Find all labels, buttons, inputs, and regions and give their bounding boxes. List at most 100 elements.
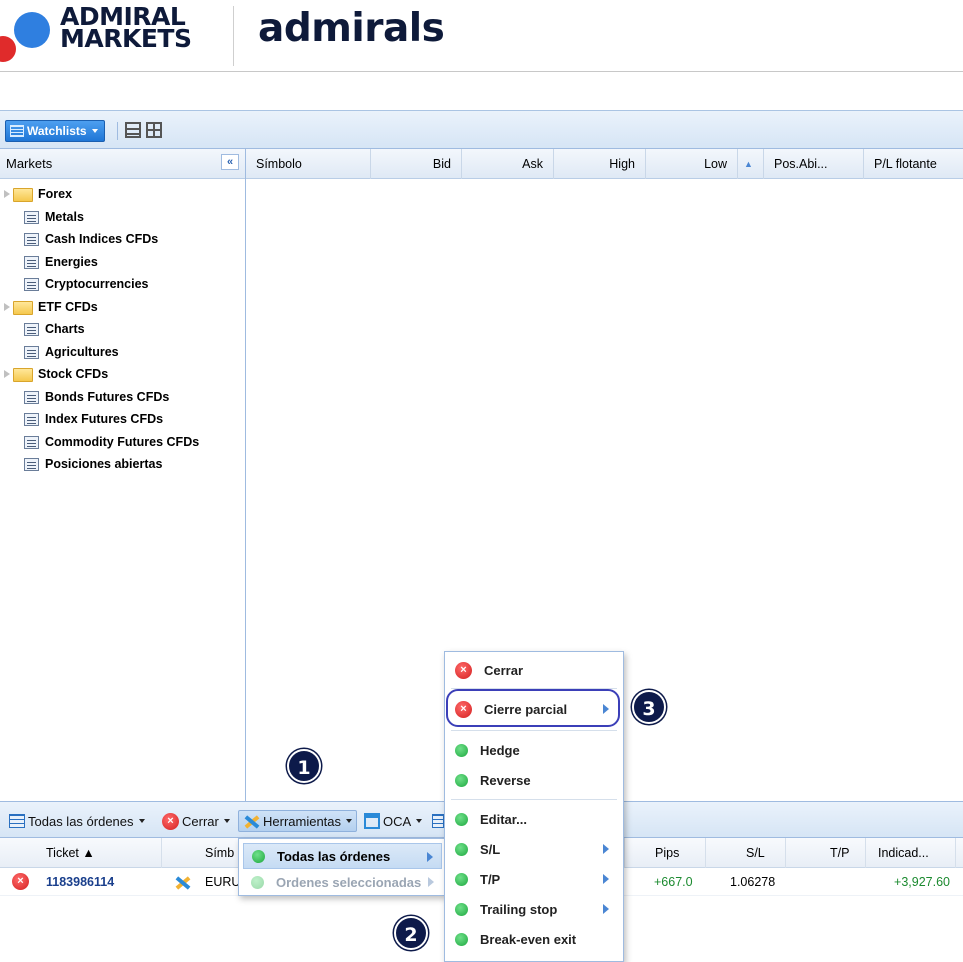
menu-item-label: Reverse (480, 772, 531, 788)
chevron-down-icon (223, 819, 230, 823)
logo-blue-dot (14, 12, 50, 48)
list-icon (24, 210, 39, 224)
tools-dropdown[interactable]: Herramientas (238, 810, 358, 832)
folder-icon (13, 300, 33, 315)
close-icon: × (12, 873, 29, 890)
menu-item-label: Hedge (480, 742, 520, 758)
step-badge-2: 2 (394, 916, 428, 950)
close-dropdown[interactable]: × Cerrar (162, 810, 230, 832)
admirals-logo: admirals (258, 6, 445, 51)
tree-item[interactable]: Agricultures (0, 341, 245, 364)
tree-item[interactable]: Posiciones abiertas (0, 453, 245, 476)
logo-text: ADMIRAL MARKETS (60, 4, 192, 53)
list-icon (24, 345, 39, 359)
export-list-icon (432, 814, 444, 828)
tree-item[interactable]: Energies (0, 251, 245, 274)
oca-dropdown[interactable]: OCA (364, 810, 423, 832)
column-open-positions[interactable]: Pos.Abi... (764, 149, 864, 179)
logo-red-dot (0, 36, 16, 62)
tree-item[interactable]: Cryptocurrencies (0, 273, 245, 296)
column-indicator[interactable]: Indicad... (866, 838, 956, 868)
column-ask[interactable]: Ask (462, 149, 554, 179)
menu-item-edit[interactable]: Editar... (445, 804, 623, 834)
menu-item-label: Trailing stop (480, 901, 558, 917)
menu-item-reverse[interactable]: Reverse (445, 765, 623, 795)
list-view-icon[interactable] (125, 122, 141, 138)
chevron-down-icon (138, 819, 145, 823)
tree-item[interactable]: Charts (0, 318, 245, 341)
tools-submenu: Todas las órdenes Ordenes seleccionadas (238, 838, 445, 896)
oca-icon (364, 813, 380, 829)
markets-panel: Markets « Forex Metals Cash Indices CFDs En… (0, 149, 246, 801)
toolbar-divider (117, 122, 118, 140)
close-order-icon[interactable]: × (4, 868, 34, 896)
tree-item-label: Cryptocurrencies (45, 277, 149, 292)
sort-indicator-icon[interactable]: ▲ (738, 149, 764, 179)
menu-item-tp[interactable]: T/P (445, 864, 623, 894)
list-icon (24, 435, 39, 449)
tree-item-label: Agricultures (45, 344, 119, 359)
column-floating-pl[interactable]: P/L flotante (864, 149, 963, 179)
column-sl[interactable]: S/L (706, 838, 786, 868)
watchlist-icon (10, 125, 24, 137)
tree-item[interactable]: ETF CFDs (0, 296, 245, 319)
chevron-down-icon (91, 129, 98, 133)
tree-item[interactable]: Index Futures CFDs (0, 408, 245, 431)
chevron-right-icon (603, 844, 609, 854)
orders-list-icon (9, 814, 25, 828)
pips-cell: +667.0 (654, 875, 693, 889)
all-orders-label: Todas las órdenes (28, 813, 134, 829)
brand-header: ADMIRAL MARKETS admirals (0, 0, 963, 72)
chevron-right-icon (427, 852, 433, 862)
menu-item-label: S/L (480, 841, 501, 857)
list-icon (24, 255, 39, 269)
green-dot-icon (252, 849, 265, 863)
expand-arrow-icon[interactable] (4, 370, 10, 378)
menu-item-trailing-stop[interactable]: Trailing stop (445, 894, 623, 924)
column-bid[interactable]: Bid (371, 149, 462, 179)
close-icon: × (455, 661, 472, 679)
column-symbol[interactable]: Símbolo (246, 149, 371, 179)
export-icon[interactable] (432, 810, 444, 832)
tree-item[interactable]: Forex (0, 183, 245, 206)
tree-item[interactable]: Stock CFDs (0, 363, 245, 386)
tree-item-label: Energies (45, 254, 98, 269)
menu-item-sl[interactable]: S/L (445, 834, 623, 864)
column-high[interactable]: High (554, 149, 646, 179)
menu-item-break-even-exit[interactable]: Break-even exit (445, 924, 623, 954)
menu-item-label: Ordenes seleccionadas (276, 874, 422, 890)
grid-view-icon[interactable] (146, 122, 162, 138)
folder-icon (13, 368, 33, 382)
expand-arrow-icon[interactable] (4, 190, 10, 198)
logo-line-2: MARKETS (60, 24, 192, 53)
green-dot-icon (455, 773, 468, 787)
tree-item[interactable]: Metals (0, 206, 245, 229)
column-tp[interactable]: T/P (786, 838, 866, 868)
column-low[interactable]: Low (646, 149, 738, 179)
tree-item[interactable]: Commodity Futures CFDs (0, 431, 245, 454)
green-dot-icon (455, 812, 468, 826)
logo-divider (233, 6, 234, 66)
collapse-panel-button[interactable]: « (221, 154, 239, 170)
admiral-markets-logo: ADMIRAL MARKETS (0, 4, 200, 68)
admirals-logo-text: admirals (258, 6, 445, 51)
column-ticket[interactable]: Ticket ▲ (38, 838, 162, 868)
tree-item-label: Stock CFDs (38, 367, 109, 382)
tree-item[interactable]: Cash Indices CFDs (0, 228, 245, 251)
menu-item-selected-orders[interactable]: Ordenes seleccionadas (243, 869, 442, 895)
menu-item-label: Todas las órdenes (277, 848, 391, 864)
watchlists-button[interactable]: Watchlists (5, 120, 105, 142)
expand-arrow-icon[interactable] (4, 302, 10, 311)
tree-item-label: Metals (45, 209, 84, 224)
tools-icon[interactable] (166, 868, 196, 896)
markets-tree: Forex Metals Cash Indices CFDs Energies Cryp… (0, 179, 245, 476)
menu-item-label: Cerrar (484, 662, 524, 678)
tree-item-label: ETF CFDs (38, 299, 98, 314)
all-orders-dropdown[interactable]: Todas las órdenes (9, 810, 145, 832)
column-pips[interactable]: Pips (624, 838, 706, 868)
menu-item-hedge[interactable]: Hedge (445, 735, 623, 765)
menu-item-all-orders[interactable]: Todas las órdenes (243, 843, 442, 869)
menu-item-close[interactable]: × Cerrar (445, 655, 623, 685)
tree-item[interactable]: Bonds Futures CFDs (0, 386, 245, 409)
chevron-down-icon (346, 819, 353, 823)
